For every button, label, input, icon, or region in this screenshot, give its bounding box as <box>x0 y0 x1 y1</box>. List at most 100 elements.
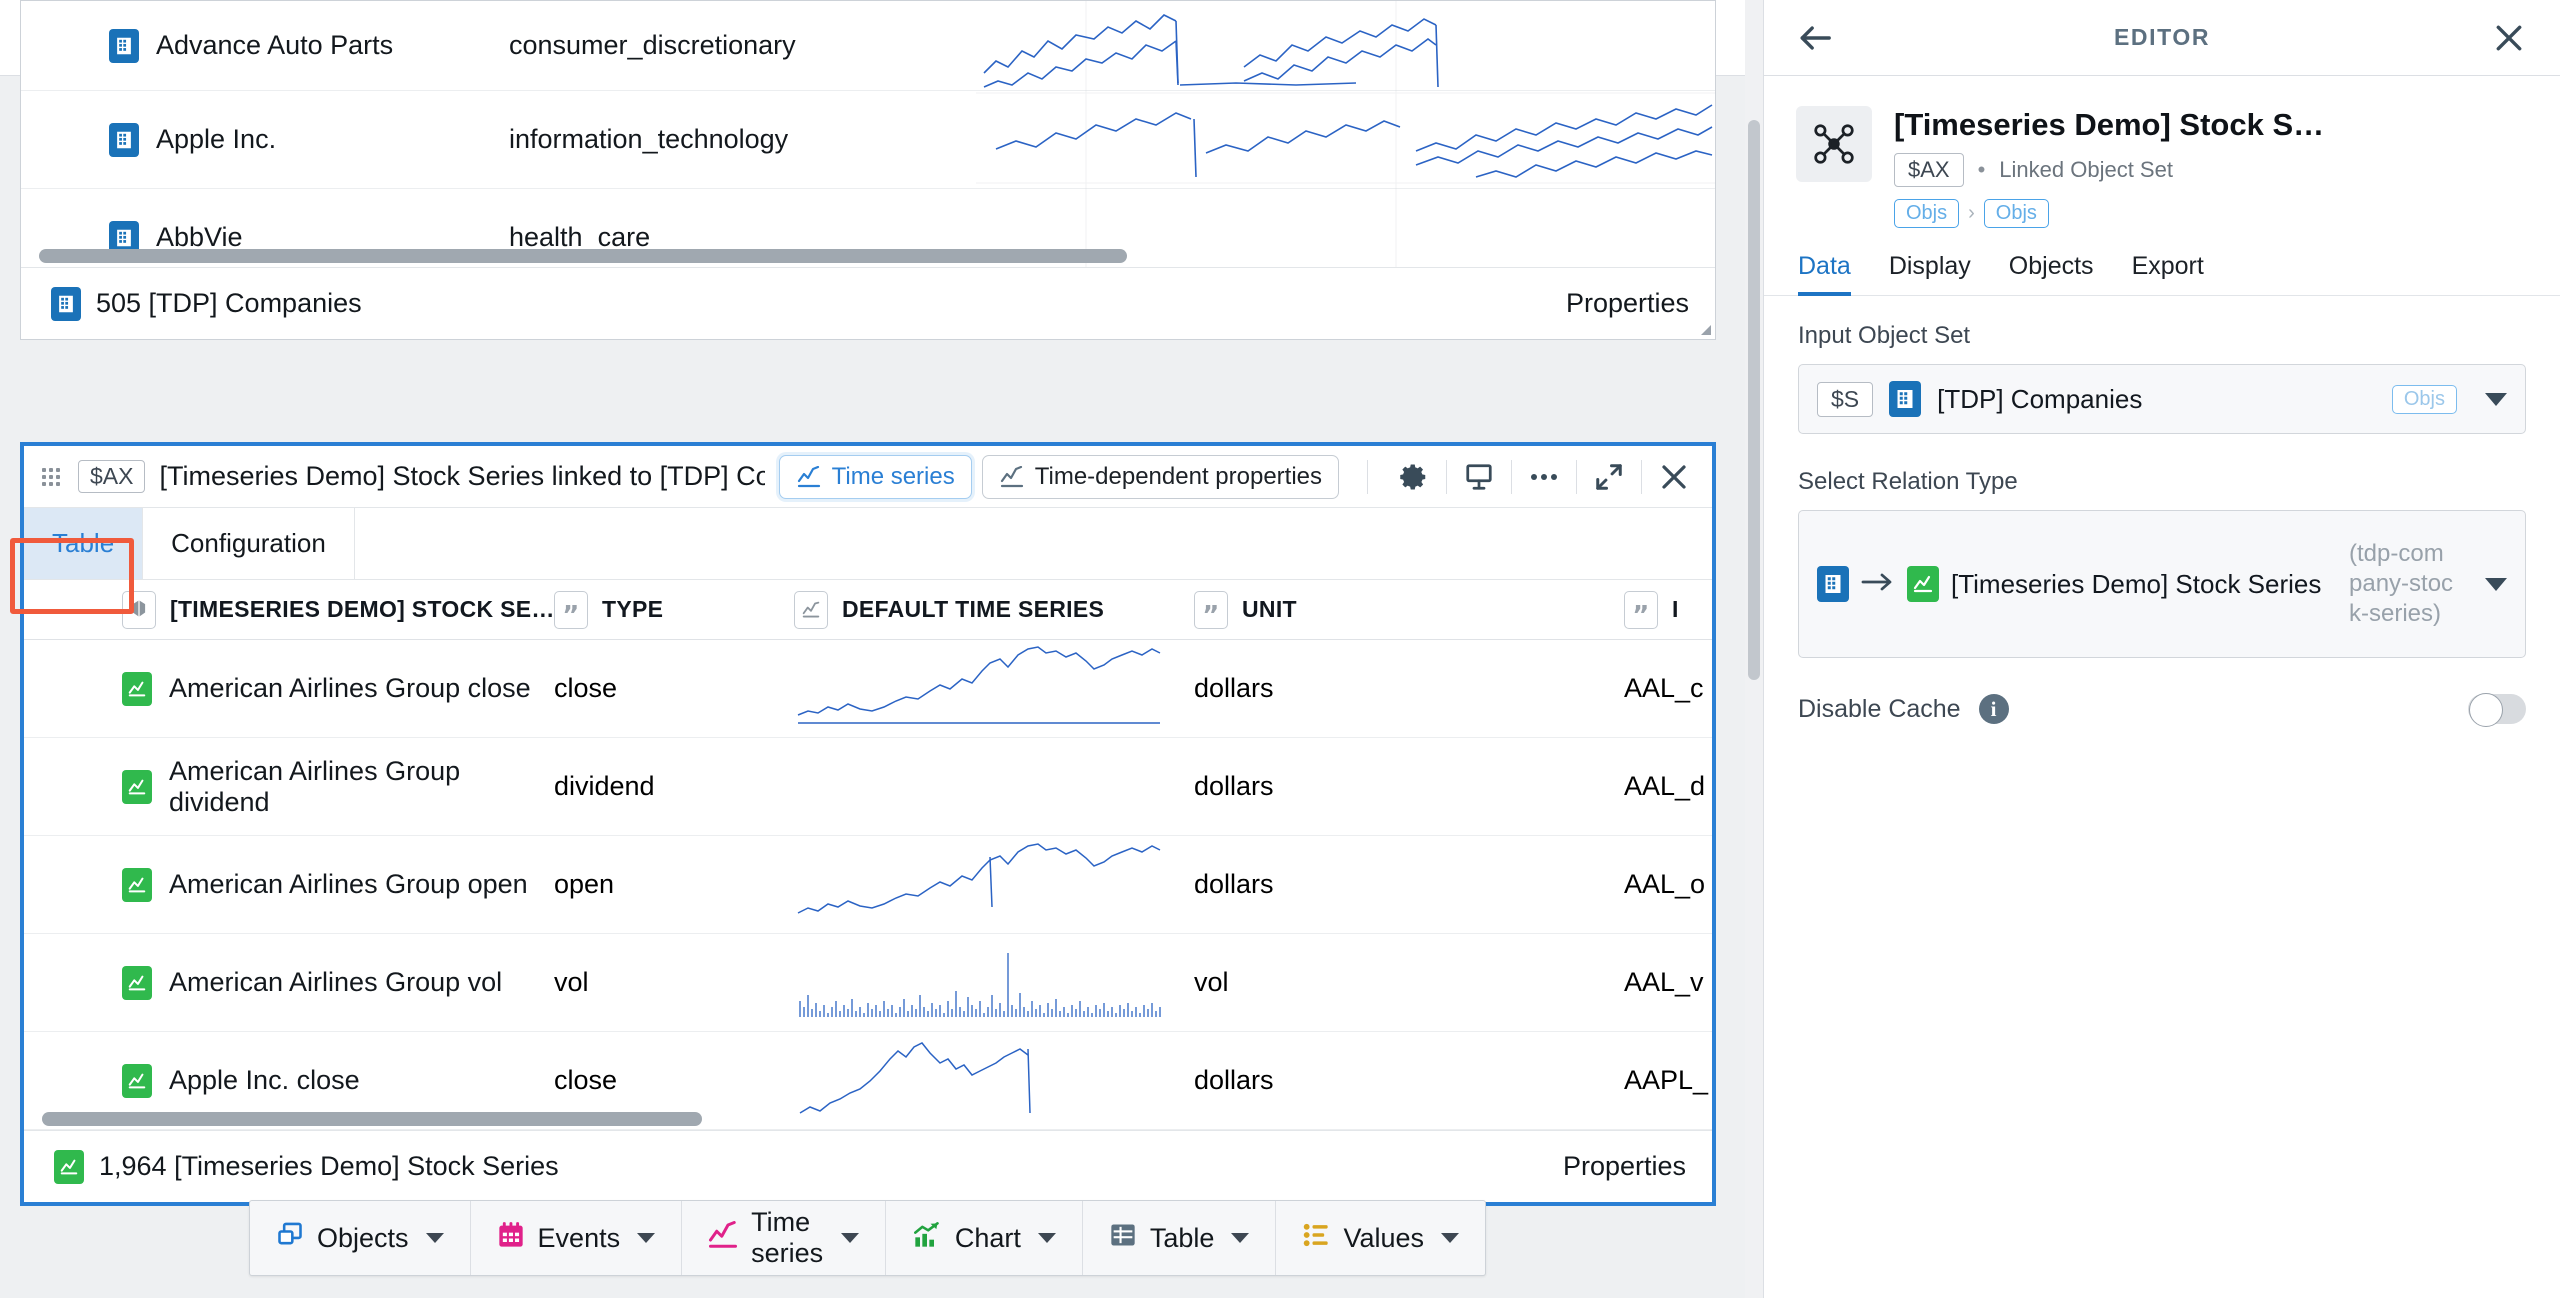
series-hscrollbar[interactable] <box>24 1108 1712 1130</box>
column-header-default-time-series[interactable]: DEFAULT TIME SERIES <box>794 590 1194 629</box>
more-button[interactable] <box>1520 453 1568 501</box>
dock-item-events[interactable]: Events <box>471 1201 683 1275</box>
dock-item-time-series[interactable]: Time series <box>682 1201 886 1275</box>
table-row[interactable]: American Airlines Group vol vol vol AAL_… <box>24 934 1712 1032</box>
resize-handle[interactable] <box>1695 319 1711 335</box>
table-row[interactable]: American Airlines Group close close doll… <box>24 640 1712 738</box>
input-object-set-section: Input Object Set $S [TDP] Companies Objs <box>1764 296 2560 435</box>
column-header-object[interactable]: [TIMESERIES DEMO] STOCK SE… <box>24 590 555 629</box>
scrollbar-thumb[interactable] <box>42 1112 702 1126</box>
column-label: TYPE <box>602 596 664 622</box>
input-object-set-select[interactable]: $S [TDP] Companies Objs <box>1798 364 2526 435</box>
select-text: [TDP] Companies <box>1937 383 2143 414</box>
tab-objects[interactable]: Objects <box>2009 252 2094 295</box>
series-footer: 1,964 [Timeseries Demo] Stock Series Pro… <box>24 1130 1712 1202</box>
object-type-icon <box>122 590 156 629</box>
column-label: [TIMESERIES DEMO] STOCK SE… <box>170 596 555 622</box>
properties-button[interactable]: Properties <box>1563 1151 1686 1182</box>
company-sector-cell: information_technology <box>509 124 789 154</box>
widget-variable-chip[interactable]: $AX <box>78 460 146 493</box>
company-sector-cell: consumer_discretionary <box>509 30 796 60</box>
series-type-cell: close <box>554 673 618 703</box>
editor-title: EDITOR <box>2113 24 2211 50</box>
editor-tabs: Data Display Objects Export <box>1764 234 2560 297</box>
breadcrumb-item[interactable]: Objs <box>1983 199 2049 229</box>
series-type-cell: close <box>554 1065 618 1095</box>
breadcrumb-item[interactable]: Objs <box>1894 199 1960 229</box>
chevron-down-icon <box>637 1233 656 1243</box>
table-row[interactable]: American Airlines Group open open dollar… <box>24 836 1712 934</box>
tab-configuration[interactable]: Configuration <box>143 508 355 579</box>
drag-handle-icon[interactable] <box>42 467 60 486</box>
cell-text: American Airlines Group close <box>169 673 531 703</box>
back-arrow-icon[interactable] <box>1792 15 1838 61</box>
series-sparkline-cell <box>794 641 1194 736</box>
column-label: DEFAULT TIME SERIES <box>842 596 1105 622</box>
relation-type-select[interactable]: [Timeseries Demo] Stock Series (tdp-comp… <box>1798 510 2526 659</box>
tab-data[interactable]: Data <box>1798 252 1851 297</box>
pill-time-series[interactable]: Time series <box>778 454 972 499</box>
expand-button[interactable] <box>1585 453 1633 501</box>
column-header-id[interactable]: ” I <box>1624 590 1679 629</box>
settings-button[interactable] <box>1390 453 1438 501</box>
timeseries-green-icon <box>54 1149 84 1184</box>
select-value: $S [TDP] Companies <box>1817 381 2376 418</box>
column-header-unit[interactable]: ” UNIT <box>1194 590 1624 629</box>
column-header-type[interactable]: ” TYPE <box>554 590 794 629</box>
companies-footer: 505 [TDP] Companies Properties <box>21 267 1715 339</box>
info-icon[interactable]: i <box>1978 694 2009 725</box>
dock-item-chart[interactable]: Chart <box>886 1201 1083 1275</box>
editor-panel: EDITOR [Timeseries Demo] Stock S… $AX • … <box>1763 0 2560 1298</box>
series-name-cell: American Airlines Group open <box>24 867 554 902</box>
present-button[interactable] <box>1455 453 1503 501</box>
dock-item-values[interactable]: Values <box>1276 1201 1485 1275</box>
dock-label: Values <box>1343 1222 1424 1253</box>
series-type-cell: dividend <box>554 771 655 801</box>
variable-chip[interactable]: $S <box>1817 381 1874 417</box>
series-name-cell: Apple Inc. close <box>24 1063 554 1098</box>
chevron-down-icon[interactable] <box>2485 577 2507 591</box>
string-icon: ” <box>1194 590 1228 629</box>
table-row[interactable]: American Airlines Group dividend dividen… <box>24 738 1712 836</box>
companies-count: 505 [TDP] Companies <box>51 286 362 321</box>
series-id-cell: AAL_c <box>1624 673 1704 703</box>
timeseries-pink-icon <box>708 1220 738 1256</box>
timeseries-green-icon <box>122 671 152 706</box>
properties-button[interactable]: Properties <box>1566 288 1689 319</box>
relation-type-section: Select Relation Type [Timeseries Demo] S… <box>1764 434 2560 659</box>
editor-object-name: [Timeseries Demo] Stock S… <box>1894 107 2325 142</box>
dock-item-objects[interactable]: Objects <box>250 1201 471 1275</box>
chevron-down-icon[interactable] <box>2485 392 2507 406</box>
select-text: [Timeseries Demo] Stock Series <box>1951 568 2322 599</box>
pill-time-dependent-properties[interactable]: Time-dependent properties <box>981 454 1340 499</box>
chevron-down-icon <box>1231 1233 1250 1243</box>
cell-text: Apple Inc. close <box>169 1065 360 1095</box>
tab-display[interactable]: Display <box>1889 252 1971 295</box>
series-id-cell: AAL_v <box>1624 967 1704 997</box>
dock-item-table[interactable]: Table <box>1083 1201 1277 1275</box>
table-header-row: [TIMESERIES DEMO] STOCK SE… ” TYPE DEFAU… <box>24 580 1712 640</box>
cell-text: American Airlines Group dividend <box>169 755 461 817</box>
building-icon <box>109 28 139 63</box>
tab-label: Table <box>52 528 115 558</box>
action-divider <box>1576 459 1577 494</box>
editor-header: EDITOR <box>1764 0 2560 76</box>
tab-export[interactable]: Export <box>2132 252 2204 295</box>
action-divider <box>1511 459 1512 494</box>
series-sparkline-cell <box>794 837 1194 932</box>
disable-cache-toggle[interactable] <box>2468 693 2526 728</box>
canvas-vscrollbar[interactable] <box>1745 0 1763 1298</box>
variable-chip[interactable]: $AX <box>1894 153 1964 188</box>
companies-hscrollbar[interactable] <box>21 245 1715 267</box>
scrollbar-thumb[interactable] <box>39 249 1127 263</box>
string-icon: ” <box>554 590 588 629</box>
scrollbar-thumb[interactable] <box>1748 120 1760 680</box>
chevron-down-icon <box>840 1233 859 1243</box>
tab-table[interactable]: Table <box>24 508 144 579</box>
timeseries-green-icon <box>122 867 152 902</box>
series-unit-cell: dollars <box>1194 869 1274 899</box>
close-button[interactable] <box>1650 453 1698 501</box>
close-icon[interactable] <box>2486 15 2532 61</box>
chevron-down-icon <box>425 1233 444 1243</box>
cell-text: American Airlines Group open <box>169 869 528 899</box>
